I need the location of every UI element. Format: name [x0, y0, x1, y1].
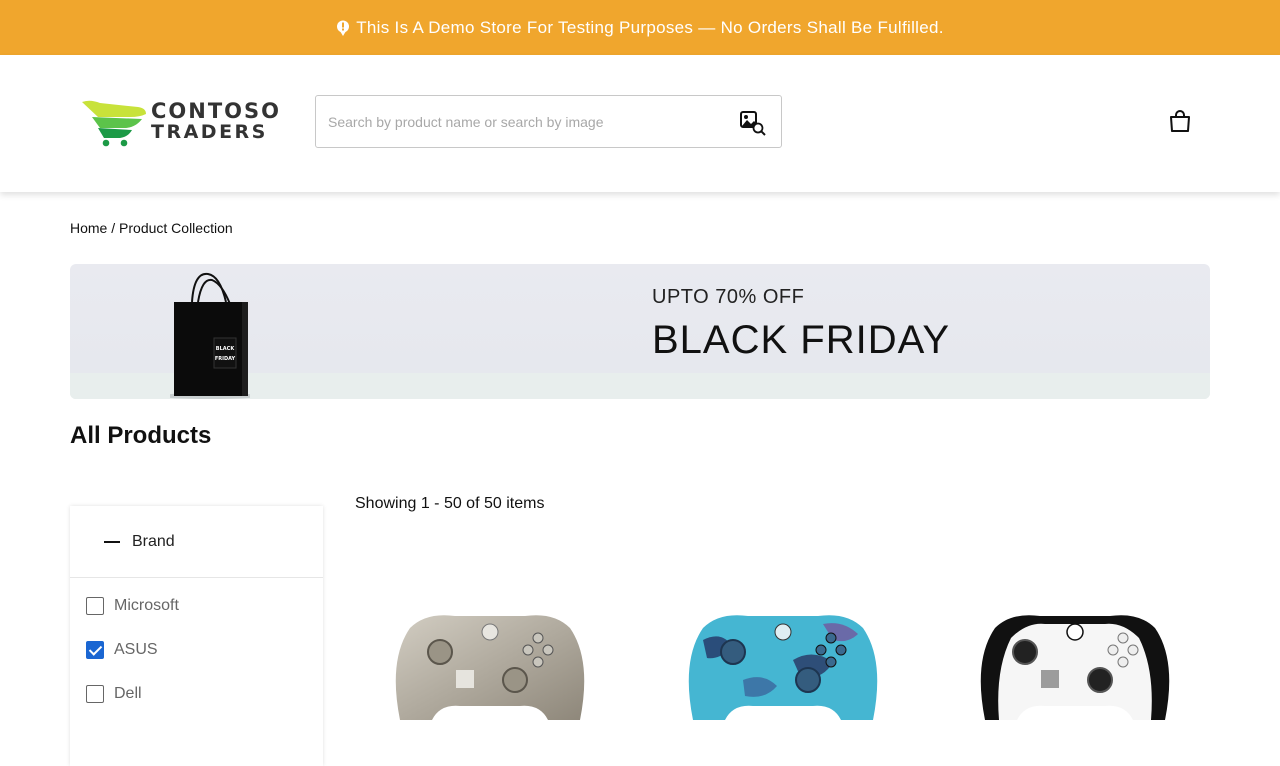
image-search-icon[interactable]: [740, 110, 766, 136]
brand-option-label: ASUS: [114, 641, 158, 658]
shopping-bag-image: BLACK FRIDAY: [170, 272, 250, 399]
svg-text:FRIDAY: FRIDAY: [215, 356, 236, 362]
product-card-controller-lunar-shift[interactable]: [380, 600, 600, 720]
cart-logo-icon: [82, 100, 146, 147]
breadcrumb-separator: /: [107, 220, 120, 236]
brand-filter-label: Brand: [132, 532, 175, 550]
results-summary: Showing 1 - 50 of 50 items: [355, 495, 545, 512]
checkbox-asus[interactable]: [86, 641, 104, 659]
pin-icon: [337, 20, 350, 36]
shopping-bag-icon[interactable]: [1168, 109, 1192, 133]
banner-subtitle: UPTO 70% OFF: [652, 286, 805, 308]
banner-title: BLACK FRIDAY: [652, 318, 950, 362]
product-card-controller-elite-white[interactable]: [965, 600, 1185, 720]
brand-option-asus[interactable]: ASUS: [86, 641, 158, 659]
black-friday-banner[interactable]: BLACK FRIDAY UPTO 70% OFF BLACK FRIDAY: [70, 264, 1210, 399]
breadcrumb-current: Product Collection: [119, 220, 233, 236]
filter-sidebar: Brand Microsoft ASUS Dell: [70, 506, 323, 766]
contoso-traders-logo[interactable]: CONTOSO TRADERS: [80, 97, 279, 147]
breadcrumb: Home / Product Collection: [70, 220, 233, 236]
collapse-icon: [104, 540, 120, 543]
announcement-text: This Is A Demo Store For Testing Purpose…: [356, 17, 944, 37]
checkbox-dell[interactable]: [86, 685, 104, 703]
brand-filter-toggle[interactable]: Brand: [70, 506, 323, 578]
logo-text-contoso: CONTOSO: [151, 99, 281, 123]
brand-option-dell[interactable]: Dell: [86, 685, 142, 703]
logo-text-traders: TRADERS: [151, 121, 268, 143]
brand-option-label: Dell: [114, 685, 142, 702]
brand-option-microsoft[interactable]: Microsoft: [86, 597, 179, 615]
site-header: CONTOSO TRADERS: [0, 55, 1280, 192]
brand-option-label: Microsoft: [114, 597, 179, 614]
svg-text:BLACK: BLACK: [216, 346, 236, 352]
page-title: All Products: [70, 422, 212, 449]
search-input[interactable]: [328, 108, 728, 136]
breadcrumb-home-link[interactable]: Home: [70, 220, 107, 236]
product-card-controller-blue-camo[interactable]: [673, 600, 893, 720]
checkbox-microsoft[interactable]: [86, 597, 104, 615]
announcement-bar: This Is A Demo Store For Testing Purpose…: [0, 0, 1280, 55]
search-box: [315, 95, 782, 148]
